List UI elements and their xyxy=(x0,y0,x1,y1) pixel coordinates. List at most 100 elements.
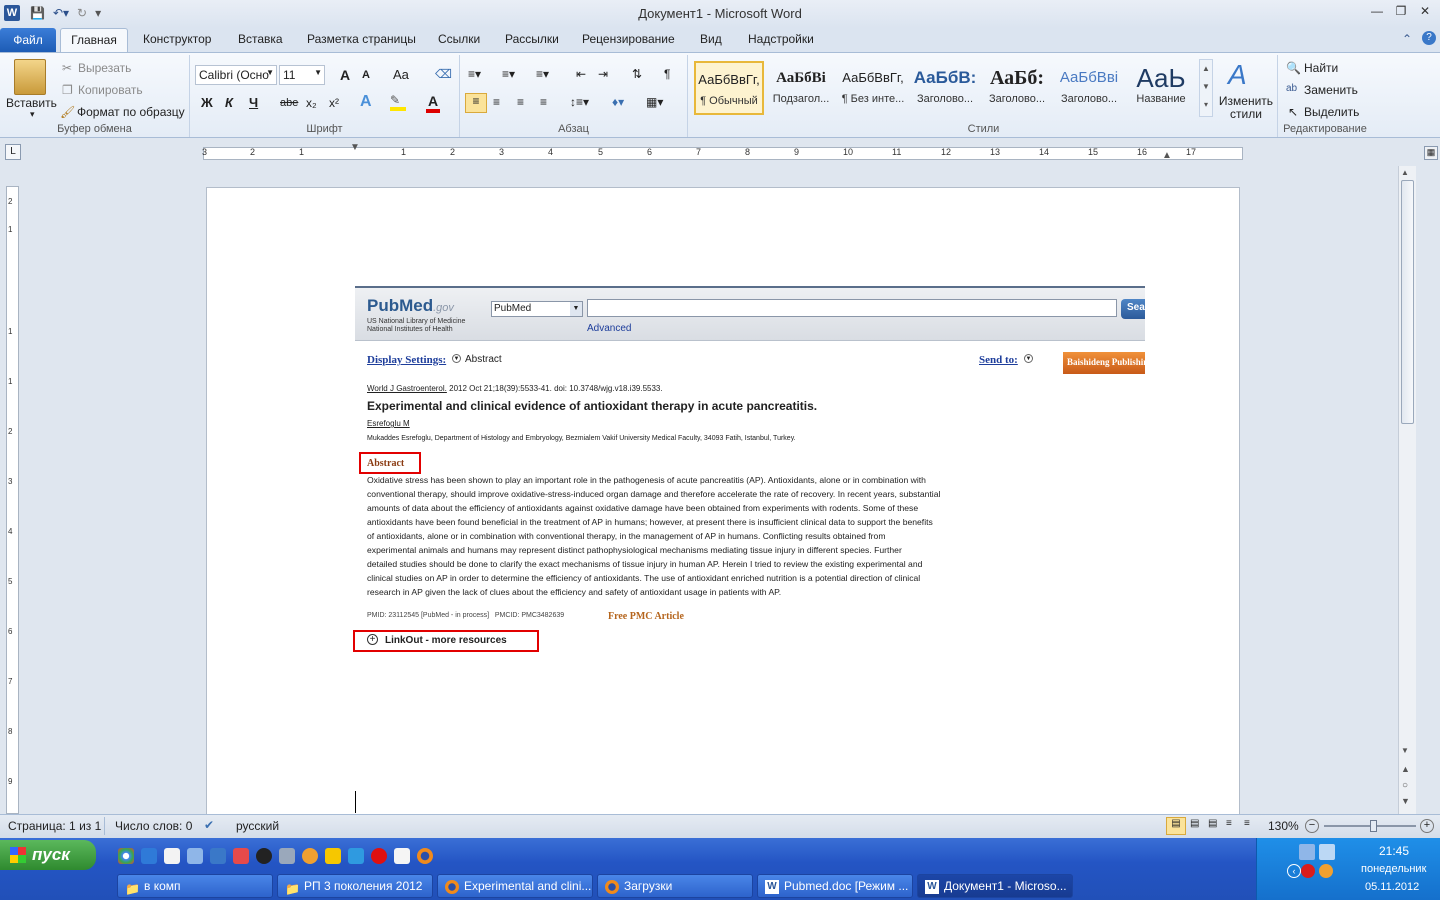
task-folder[interactable]: в комп xyxy=(117,874,273,898)
tab-selector-icon[interactable]: L xyxy=(5,144,21,160)
search-button[interactable]: Sea xyxy=(1121,299,1145,319)
ie-icon[interactable] xyxy=(141,848,157,864)
vertical-scrollbar[interactable]: ▲ ▼ ▲ ○ ▼ xyxy=(1398,166,1416,814)
highlight-icon[interactable]: ✎ xyxy=(390,93,406,111)
antivirus-icon[interactable] xyxy=(1301,864,1315,878)
word-count[interactable]: Число слов: 0 xyxy=(115,819,192,833)
send-to-link[interactable]: Send to: xyxy=(979,354,1018,366)
show-hidden-icons[interactable]: ‹ xyxy=(1287,864,1301,878)
app-icon[interactable] xyxy=(233,848,249,864)
align-right-icon[interactable]: ≡ xyxy=(517,95,524,109)
previous-page-icon[interactable]: ▲ xyxy=(1401,764,1410,774)
restore-button[interactable]: ❐ xyxy=(1390,4,1412,22)
change-case-button[interactable]: Aa xyxy=(393,67,409,82)
superscript-button[interactable]: x² xyxy=(329,96,339,110)
next-page-icon[interactable]: ▼ xyxy=(1401,796,1410,806)
document-page[interactable]: PubMed.gov US National Library of Medici… xyxy=(206,187,1240,814)
bullets-icon[interactable]: ≡▾ xyxy=(468,67,481,81)
task-firefox[interactable]: Загрузки xyxy=(597,874,753,898)
font-color-icon[interactable]: A xyxy=(426,93,440,113)
select-button[interactable]: Выделить xyxy=(1304,105,1359,119)
app-icon[interactable] xyxy=(279,848,295,864)
collapse-ribbon-icon[interactable]: ⌃ xyxy=(1402,32,1412,46)
change-styles-icon[interactable]: A xyxy=(1228,59,1247,91)
grow-font-button[interactable]: A xyxy=(340,67,350,83)
linkout-link[interactable]: LinkOut - more resources xyxy=(385,635,507,646)
multilevel-list-icon[interactable]: ≡▾ xyxy=(536,67,549,81)
change-styles-button[interactable]: Изменить стили xyxy=(1218,95,1274,121)
numbering-icon[interactable]: ≡▾ xyxy=(502,67,515,81)
word-icon[interactable] xyxy=(210,848,226,864)
full-screen-icon[interactable]: ▤ xyxy=(1190,818,1199,829)
tab-addins[interactable]: Надстройки xyxy=(748,32,814,46)
strikethrough-button[interactable]: abe xyxy=(280,97,298,109)
advanced-link[interactable]: Advanced xyxy=(587,323,631,334)
font-size-combo[interactable]: 11 ▼ xyxy=(279,65,325,85)
language[interactable]: русский xyxy=(236,819,279,833)
display-settings-link[interactable]: Display Settings: xyxy=(367,354,446,366)
browse-object-icon[interactable]: ○ xyxy=(1402,780,1408,791)
opera-icon[interactable] xyxy=(371,848,387,864)
sort-icon[interactable]: ⇅ xyxy=(632,67,642,81)
zoom-slider-thumb[interactable] xyxy=(1370,820,1377,832)
paste-dropdown-icon[interactable]: ▾ xyxy=(30,109,35,120)
find-button[interactable]: Найти xyxy=(1304,61,1338,75)
tab-insert[interactable]: Вставка xyxy=(238,32,283,46)
zoom-in-icon[interactable]: + xyxy=(1420,819,1434,833)
clear-format-icon[interactable]: ⌫ xyxy=(435,67,452,81)
style-heading3[interactable]: АаБбВві Заголово... xyxy=(1054,61,1124,115)
tray-icon[interactable] xyxy=(1319,844,1335,860)
show-marks-icon[interactable]: ¶ xyxy=(664,67,670,81)
draft-icon[interactable]: ≡ xyxy=(1244,818,1250,829)
app-icon[interactable] xyxy=(325,848,341,864)
scroll-up-icon[interactable]: ▲ xyxy=(1401,168,1409,177)
zoom-level[interactable]: 130% xyxy=(1268,819,1299,833)
outline-icon[interactable]: ≡ xyxy=(1226,818,1232,829)
indent-marker-icon[interactable]: ▼ xyxy=(350,142,360,153)
font-name-combo[interactable]: Calibri (Осно ▼ xyxy=(195,65,277,85)
task-folder[interactable]: РП 3 поколения 2012 xyxy=(277,874,433,898)
search-input[interactable] xyxy=(587,299,1117,317)
database-select[interactable]: PubMed ▼ xyxy=(491,301,583,317)
style-heading2[interactable]: АаБб: Заголово... xyxy=(982,61,1052,115)
app-icon[interactable] xyxy=(187,848,203,864)
firefox-icon[interactable] xyxy=(417,848,433,864)
text-effects-icon[interactable]: A xyxy=(360,93,372,111)
web-layout-icon[interactable]: ▤ xyxy=(1208,818,1217,829)
free-pmc-link[interactable]: Free PMC Article xyxy=(608,611,684,622)
style-normal[interactable]: АаБбВвГг, ¶ Обычный xyxy=(694,61,764,115)
subscript-button[interactable]: x₂ xyxy=(306,96,317,110)
chevron-down-icon[interactable]: ▼ xyxy=(452,354,461,363)
tab-view[interactable]: Вид xyxy=(700,32,722,46)
paste-button[interactable]: Вставить xyxy=(6,96,57,110)
shading-icon[interactable]: ♦▾ xyxy=(612,95,624,109)
publisher-badge[interactable]: Baishideng Publishin xyxy=(1063,352,1145,374)
borders-icon[interactable]: ▦▾ xyxy=(646,95,663,109)
help-icon[interactable]: ? xyxy=(1422,31,1436,45)
decrease-indent-icon[interactable]: ⇤ xyxy=(576,67,586,81)
view-ruler-icon[interactable]: ▦ xyxy=(1424,146,1438,160)
expand-plus-icon[interactable]: + xyxy=(367,634,378,645)
clock-time[interactable]: 21:45 xyxy=(1379,844,1409,858)
network-icon[interactable] xyxy=(1299,844,1315,860)
tab-references[interactable]: Ссылки xyxy=(438,32,480,46)
mail-icon[interactable] xyxy=(302,848,318,864)
zoom-out-icon[interactable]: − xyxy=(1305,819,1319,833)
citation-journal-link[interactable]: World J Gastroenterol. xyxy=(367,384,447,393)
scroll-down-icon[interactable]: ▼ xyxy=(1401,746,1409,755)
justify-icon[interactable]: ≡ xyxy=(540,95,547,109)
line-spacing-icon[interactable]: ↕≡▾ xyxy=(570,95,589,109)
bold-button[interactable]: Ж xyxy=(201,95,213,110)
task-word-active[interactable]: Документ1 - Microso... xyxy=(917,874,1073,898)
chrome-icon[interactable] xyxy=(118,848,134,864)
ie-icon[interactable] xyxy=(348,848,364,864)
tab-home[interactable]: Главная xyxy=(60,28,128,53)
page-count[interactable]: Страница: 1 из 1 xyxy=(8,819,101,833)
right-indent-marker-icon[interactable]: ▲ xyxy=(1162,150,1172,161)
chevron-down-icon[interactable]: ▼ xyxy=(1024,354,1033,363)
ruler-track[interactable]: 3 2 1 1 2 3 4 5 6 7 8 9 10 11 12 13 14 15 16 17 ▼ ▲ xyxy=(202,142,1243,161)
close-button[interactable]: ✕ xyxy=(1414,4,1436,22)
style-subtitle[interactable]: АаБбВі Подзагол... xyxy=(766,61,836,115)
tab-design[interactable]: Конструктор xyxy=(143,32,211,46)
underline-button[interactable]: Ч xyxy=(249,95,258,110)
